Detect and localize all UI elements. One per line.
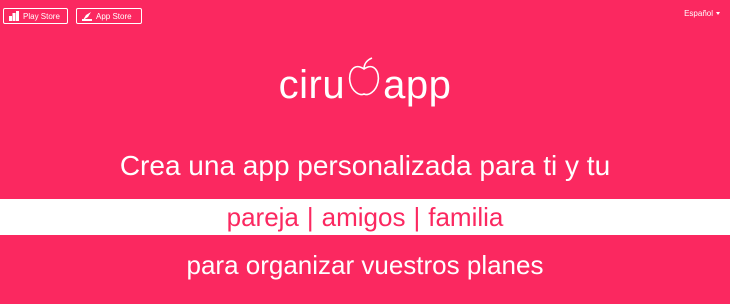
cirueapp-logo: ciru app bbox=[0, 56, 730, 108]
language-label: Español bbox=[684, 9, 713, 18]
audience-amigos: amigos bbox=[321, 201, 406, 232]
audience-separator: | bbox=[413, 201, 421, 232]
language-selector[interactable]: Español bbox=[684, 9, 720, 18]
play-store-label: Play Store bbox=[23, 11, 60, 21]
app-store-button[interactable]: App Store bbox=[76, 8, 142, 24]
audience-pareja: pareja bbox=[226, 201, 299, 232]
audience-band: pareja | amigos | familia bbox=[0, 199, 730, 235]
chevron-down-icon bbox=[716, 12, 720, 15]
hero-headline: Crea una app personalizada para ti y tu bbox=[119, 150, 611, 181]
plum-icon bbox=[345, 56, 383, 108]
app-store-icon bbox=[82, 11, 92, 21]
logo-text-before: ciru bbox=[278, 63, 346, 107]
audience-separator: | bbox=[306, 201, 314, 232]
audience-familia: familia bbox=[428, 201, 504, 232]
hero-tagline: para organizar vuestros planes bbox=[186, 250, 544, 280]
play-store-icon bbox=[9, 11, 19, 21]
play-store-button[interactable]: Play Store bbox=[3, 8, 68, 24]
app-store-label: App Store bbox=[96, 11, 132, 21]
logo-text-after: app bbox=[383, 63, 452, 107]
